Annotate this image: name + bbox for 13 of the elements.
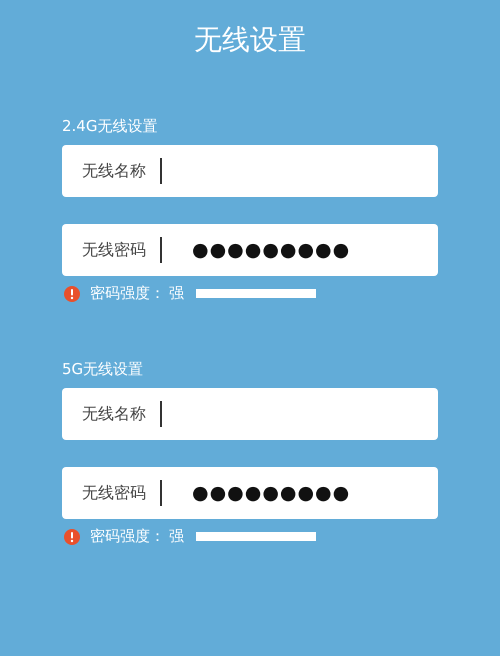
page-title: 无线设置 (193, 22, 307, 58)
input-field[interactable]: 无线名称 (62, 145, 438, 197)
warning-icon (64, 286, 80, 302)
strength-value: 强 (169, 527, 184, 546)
input-field[interactable]: 无线密码 ●●●●●●●●● (62, 467, 438, 519)
warning-icon (64, 528, 80, 544)
section-heading: 5G无线设置 (62, 359, 144, 379)
input-field[interactable]: 无线密码 ●●●●●●●●● (62, 224, 438, 276)
strength-value: 强 (169, 284, 184, 303)
strength-label: 密码强度： (90, 527, 165, 546)
section-heading: 2.4G无线设置 (62, 116, 158, 136)
input-field[interactable]: 无线名称 (62, 388, 438, 440)
strength-label: 密码强度： (90, 284, 165, 303)
